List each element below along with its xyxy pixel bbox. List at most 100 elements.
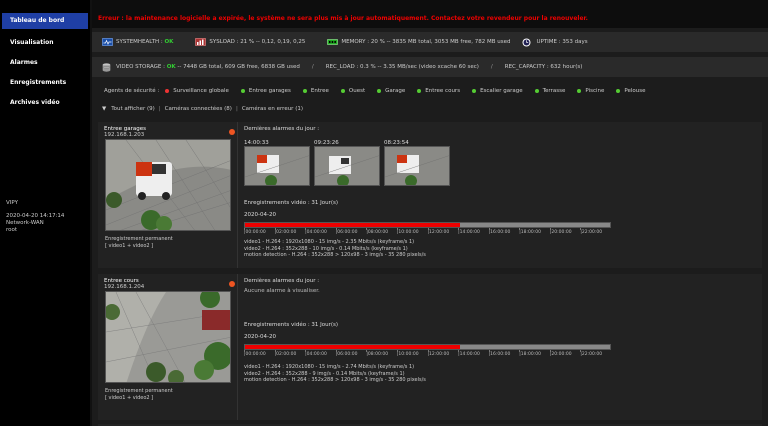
camera-ip: 192.168.1.203	[104, 132, 145, 138]
timeline-tick-label: |10:00:00	[396, 350, 419, 357]
timeline-tick-label: |08:00:00	[366, 228, 389, 235]
alarms-title: Dernières alarmes du jour :	[244, 278, 320, 284]
uptime-value: 353 days	[562, 39, 588, 45]
memory-value: 20 % -- 3835 MB total, 3053 MB free, 782…	[370, 39, 511, 45]
camera-mode: Enregistrement permanent [ video1 + vide…	[105, 388, 173, 401]
agent-item[interactable]: Garage	[377, 88, 405, 94]
no-alarm-message: Aucune alarme à visualiser.	[244, 288, 320, 294]
agent-label: Terrasse	[542, 88, 566, 94]
agent-item[interactable]: Escalier garage	[472, 88, 523, 94]
alarm-image[interactable]	[244, 146, 310, 186]
sysload-icon	[195, 38, 207, 46]
sidebar-item-archives[interactable]: Archives vidéo	[2, 95, 88, 111]
separator: |	[158, 106, 161, 112]
alarm-image[interactable]	[384, 146, 450, 186]
timeline-tick-label: |14:00:00	[458, 228, 480, 235]
codec-line: motion detection - H.264 : 352x288 > 120…	[244, 252, 426, 258]
timeline-tick-label: |22:00:00	[580, 350, 603, 357]
alarm-thumbnail[interactable]: 08:23:54	[384, 140, 450, 186]
camera-snapshot[interactable]	[105, 291, 231, 383]
storage-stats-row: VIDEO STORAGE : OK -- 7448 GB total, 609…	[92, 57, 768, 77]
agent-item[interactable]: Piscine	[577, 88, 604, 94]
current-user: root	[6, 227, 18, 233]
sidebar-item-dashboard[interactable]: Tableau de bord	[2, 13, 88, 29]
agent-status-dot-icon	[577, 88, 582, 93]
timeline-ticks: |00:00:00 |02:00:00 |04:00:00 |06:00:00 |08:…	[244, 350, 611, 360]
agent-label: Escalier garage	[480, 88, 523, 94]
storage-status: OK	[166, 64, 176, 70]
timeline-tick-label: |16:00:00	[488, 350, 511, 357]
filter-errors[interactable]: Caméras en erreur (1)	[242, 106, 303, 112]
camera-details: Dernières alarmes du jour : Aucune alarm…	[244, 278, 754, 418]
collapse-arrow-icon[interactable]: ▼	[102, 106, 106, 112]
sidebar-item-recordings[interactable]: Enregistrements	[2, 75, 88, 91]
uptime-label: UPTIME :	[536, 39, 561, 45]
rec-load: REC_LOAD : 0.3 % -- 3.35 MB/sec (video x…	[325, 64, 479, 70]
rec-capacity: REC_CAPACITY : 632 hour(s)	[504, 64, 583, 70]
current-datetime: 2020-04-20 14:17:14	[6, 213, 65, 219]
alarm-image[interactable]	[314, 146, 380, 186]
agent-item[interactable]: Terrasse	[534, 88, 566, 94]
filter-connected[interactable]: Caméras connectées (8)	[165, 106, 232, 112]
error-message: Erreur : la maintenance logicielle a exp…	[98, 15, 588, 22]
camera-ip: 192.168.1.204	[104, 284, 145, 290]
agent-label: Ouest	[348, 88, 366, 94]
agent-label: Pelouse	[624, 88, 646, 94]
timeline-tick-label: |20:00:00	[549, 228, 572, 235]
agent-label: Garage	[385, 88, 406, 94]
agent-label: Surveillance globale	[173, 88, 229, 94]
timeline-tick-label: |00:00:00	[244, 350, 266, 357]
agent-item[interactable]: Entree garages	[240, 88, 291, 94]
codec-line: video1 - H.264 : 1920x1080 - 15 img/s - …	[244, 239, 415, 245]
recording-mode: Enregistrement permanent	[105, 388, 173, 394]
error-banner: Erreur : la maintenance logicielle a exp…	[92, 0, 768, 28]
timeline-tick-label: |18:00:00	[519, 228, 541, 235]
agent-status-dot-icon	[417, 88, 422, 93]
recorded-segment	[245, 345, 461, 349]
separator: /	[311, 64, 314, 70]
timeline-tick-label: |20:00:00	[549, 350, 572, 357]
sidebar-item-alarms[interactable]: Alarmes	[2, 55, 88, 71]
camera-info: Entree garages 192.168.1.203 Enregistrem…	[98, 122, 238, 268]
storage-icon	[102, 63, 113, 72]
uptime-icon	[522, 38, 533, 47]
camera-card: Entree garages 192.168.1.203 Enregistrem…	[98, 122, 762, 268]
timeline-tick-label: |18:00:00	[519, 350, 541, 357]
main-content: Erreur : la maintenance logicielle a exp…	[92, 0, 768, 426]
agents-label: Agents de sécurité :	[104, 88, 160, 94]
camera-snapshot[interactable]	[105, 139, 231, 231]
agent-label: Piscine	[585, 88, 605, 94]
recording-indicator	[229, 281, 235, 287]
filter-row: ▼ Tout afficher (9) | Caméras connectées…	[92, 102, 768, 116]
agent-item[interactable]: Entree	[302, 88, 329, 94]
codec-line: motion detection - H.264 : 352x288 > 120…	[244, 377, 426, 383]
timeline-tick-label: |00:00:00	[244, 228, 266, 235]
agent-item[interactable]: Surveillance globale	[165, 88, 229, 94]
agent-item[interactable]: Entree cours	[417, 88, 460, 94]
timeline-tick-label: |14:00:00	[458, 350, 480, 357]
agents-list: Surveillance globale Entree garages Entree…	[165, 88, 657, 94]
sidebar-item-visualisation[interactable]: Visualisation	[2, 35, 88, 51]
alarm-thumbnail[interactable]: 14:00:33	[244, 140, 310, 186]
stream-codecs: video1 - H.264 : 1920x1080 - 15 img/s - …	[244, 239, 426, 259]
timeline-tick-label: |12:00:00	[427, 350, 450, 357]
recordings-title: Enregistrements vidéo : 31 Jour(s)	[244, 200, 339, 206]
timeline-ticks: |00:00:00 |02:00:00 |04:00:00 |06:00:00 |08:…	[244, 228, 611, 238]
agent-status-dot-icon	[340, 88, 345, 93]
sidebar: Tableau de bord Visualisation Alarmes En…	[0, 0, 90, 426]
agent-item[interactable]: Pelouse	[616, 88, 646, 94]
agent-item[interactable]: Ouest	[340, 88, 366, 94]
separator: /	[490, 64, 493, 70]
systemhealth-value: OK	[164, 39, 174, 45]
timeline-tick-label: |22:00:00	[580, 228, 603, 235]
camera-info: Entree cours 192.168.1.204 Enregistremen…	[98, 274, 238, 420]
memory-icon	[327, 38, 339, 46]
recording-streams: [ video1 + video2 ]	[105, 242, 154, 249]
filter-show-all[interactable]: Tout afficher (9)	[111, 106, 155, 112]
agent-label: Entree cours	[425, 88, 461, 94]
camera-mode: Enregistrement permanent [ video1 + vide…	[105, 236, 173, 249]
codec-line: video1 - H.264 : 1920x1080 - 15 img/s - …	[244, 364, 415, 370]
alarm-thumbnail[interactable]: 09:23:26	[314, 140, 380, 186]
health-icon	[102, 38, 113, 46]
agent-status-dot-icon	[240, 88, 245, 93]
